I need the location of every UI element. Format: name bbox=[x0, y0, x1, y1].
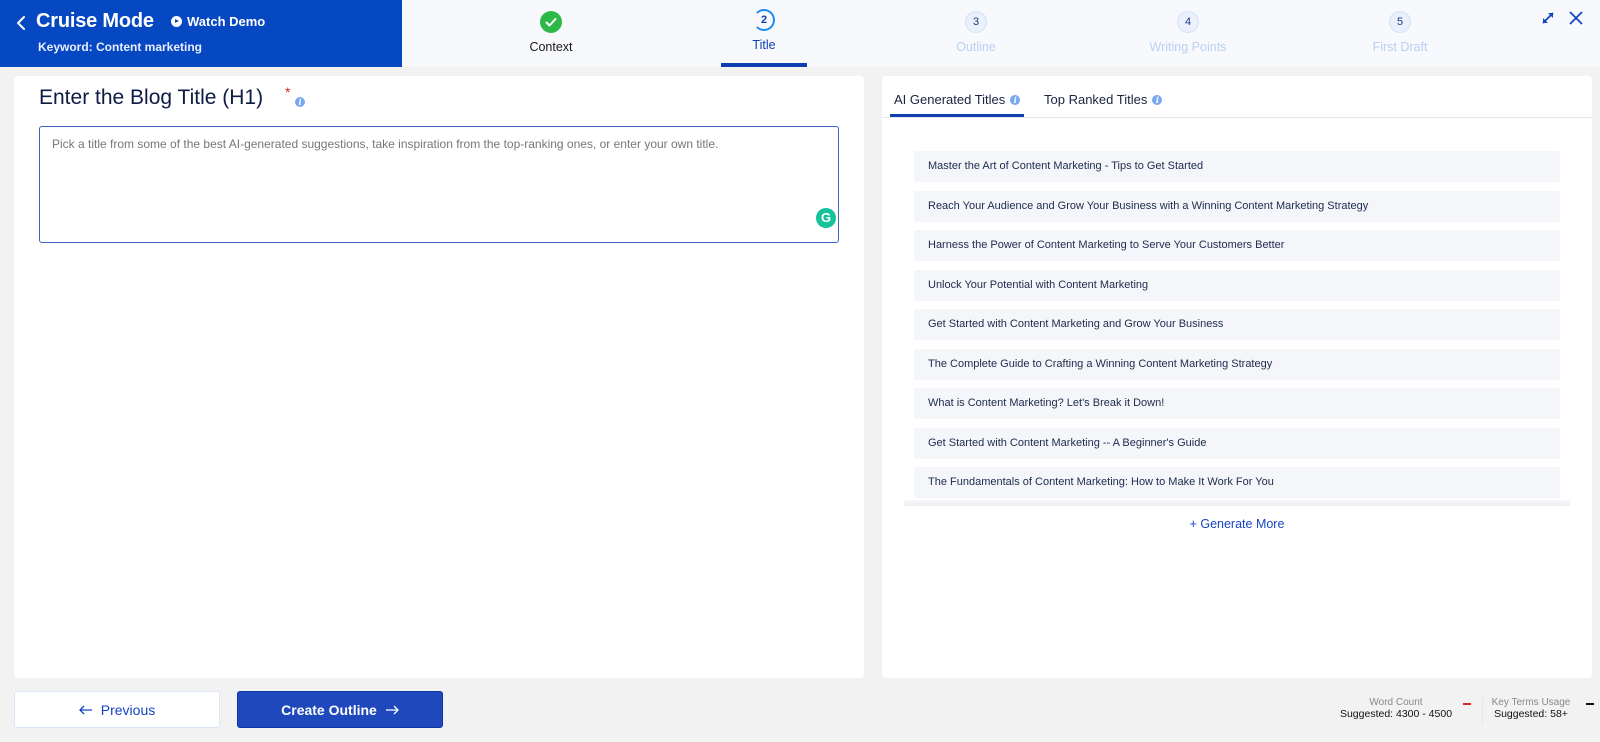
active-step-indicator bbox=[721, 63, 807, 67]
generate-more-button[interactable]: + Generate More bbox=[882, 517, 1592, 531]
step-context[interactable]: Context bbox=[486, 0, 616, 67]
step-number: 3 bbox=[965, 11, 987, 33]
play-icon bbox=[171, 16, 182, 27]
info-icon: i bbox=[1010, 94, 1021, 105]
step-outline[interactable]: 3 Outline bbox=[911, 0, 1041, 67]
step-number: 5 bbox=[1389, 11, 1411, 33]
title-suggestion[interactable]: Get Started with Content Marketing -- A … bbox=[914, 427, 1560, 459]
list-divider bbox=[904, 500, 1570, 506]
step-number: 4 bbox=[1177, 11, 1199, 33]
step-label: Outline bbox=[956, 40, 996, 54]
expand-icon[interactable] bbox=[1538, 8, 1558, 28]
app-title: Cruise Mode bbox=[36, 10, 154, 32]
step-writing-points[interactable]: 4 Writing Points bbox=[1123, 0, 1253, 67]
word-count-metric: Word Count Suggested: 4300 - 4500 bbox=[1336, 697, 1456, 720]
title-suggestion[interactable]: The Complete Guide to Crafting a Winning… bbox=[914, 348, 1560, 380]
step-number: 2 bbox=[753, 9, 775, 31]
previous-label: Previous bbox=[100, 701, 156, 718]
blog-title-heading: Enter the Blog Title (H1) bbox=[39, 86, 264, 109]
title-suggestion[interactable]: Harness the Power of Content Marketing t… bbox=[914, 230, 1560, 261]
tab-ai-generated-titles[interactable]: AI Generated Titles i bbox=[889, 92, 1025, 117]
key-terms-metric: Key Terms Usage Suggested: 58+ bbox=[1488, 697, 1574, 720]
step-label: Context bbox=[529, 40, 573, 54]
arrow-left-icon bbox=[78, 702, 93, 718]
required-marker: * bbox=[285, 84, 291, 100]
title-suggestion[interactable]: Get Started with Content Marketing and G… bbox=[914, 309, 1560, 340]
check-icon bbox=[540, 11, 562, 33]
step-first-draft[interactable]: 5 First Draft bbox=[1335, 0, 1465, 67]
suggestion-tabs: AI Generated Titles i Top Ranked Titles … bbox=[882, 76, 1592, 118]
key-terms-label: Key Terms Usage bbox=[1491, 697, 1571, 708]
title-entry-panel: Enter the Blog Title (H1) * i G bbox=[14, 76, 864, 678]
step-label: Writing Points bbox=[1149, 40, 1227, 54]
tab-label: AI Generated Titles bbox=[894, 92, 1006, 107]
step-label: Title bbox=[752, 38, 776, 52]
create-outline-button[interactable]: Create Outline bbox=[237, 691, 443, 728]
progress-steps: Context 2 Title 3 Outline 4 Writing Poin… bbox=[402, 0, 1502, 67]
step-title[interactable]: 2 Title bbox=[699, 0, 829, 67]
top-header: Cruise Mode Watch Demo Keyword: Content … bbox=[0, 0, 1600, 67]
cruise-mode-banner: Cruise Mode Watch Demo Keyword: Content … bbox=[0, 0, 402, 67]
title-suggestion[interactable]: The Fundamentals of Content Marketing: H… bbox=[914, 467, 1560, 498]
key-terms-value: Suggested: 58+ bbox=[1494, 708, 1568, 720]
watch-demo-label: Watch Demo bbox=[187, 14, 266, 29]
key-terms-status-dash bbox=[1586, 703, 1594, 705]
previous-button[interactable]: Previous bbox=[14, 691, 220, 728]
watch-demo-button[interactable]: Watch Demo bbox=[171, 14, 265, 29]
word-count-label: Word Count bbox=[1369, 697, 1423, 708]
tab-top-ranked-titles[interactable]: Top Ranked Titles i bbox=[1042, 92, 1164, 107]
step-label: First Draft bbox=[1372, 40, 1428, 54]
ai-titles-list: Master the Art of Content Marketing - Ti… bbox=[914, 151, 1560, 507]
title-suggestions-panel: AI Generated Titles i Top Ranked Titles … bbox=[882, 76, 1592, 678]
blog-title-input[interactable] bbox=[39, 126, 839, 243]
title-suggestion[interactable]: Master the Art of Content Marketing - Ti… bbox=[914, 151, 1560, 182]
info-icon: i bbox=[1152, 94, 1163, 105]
tab-label: Top Ranked Titles bbox=[1044, 92, 1148, 107]
word-count-value: Suggested: 4300 - 4500 bbox=[1339, 708, 1453, 720]
grammarly-icon[interactable]: G bbox=[816, 208, 836, 228]
create-outline-label: Create Outline bbox=[281, 701, 377, 718]
metric-divider bbox=[1482, 698, 1483, 724]
keyword-label: Keyword: Content marketing bbox=[38, 40, 203, 54]
info-icon[interactable]: i bbox=[295, 97, 305, 107]
arrow-right-icon bbox=[385, 702, 399, 718]
back-chevron-icon[interactable] bbox=[12, 12, 32, 34]
title-suggestion[interactable]: Unlock Your Potential with Content Marke… bbox=[914, 269, 1560, 301]
title-suggestion[interactable]: What is Content Marketing? Let's Break i… bbox=[914, 388, 1560, 419]
word-count-status-dash bbox=[1463, 703, 1471, 705]
close-icon[interactable] bbox=[1566, 8, 1586, 28]
title-suggestion[interactable]: Reach Your Audience and Grow Your Busine… bbox=[914, 190, 1560, 222]
